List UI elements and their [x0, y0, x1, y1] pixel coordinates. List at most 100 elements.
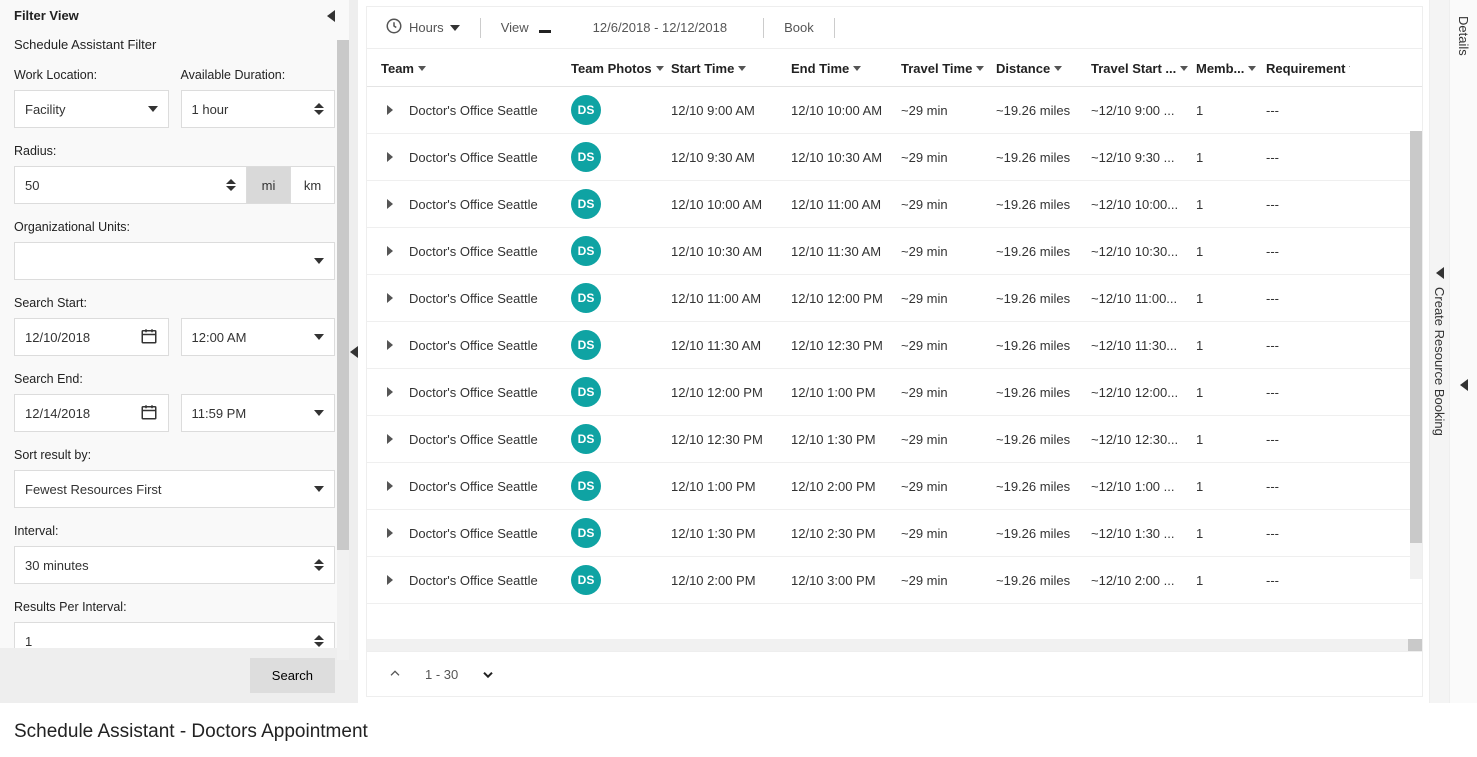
sort-by-select[interactable]: Fewest Resources First: [14, 470, 335, 508]
search-start-time-value: 12:00 AM: [192, 330, 247, 345]
schedule-assistant-filter-title: Schedule Assistant Filter: [0, 31, 349, 60]
clock-icon: [385, 17, 403, 38]
cell-travel: ~29 min: [895, 244, 990, 259]
table-row[interactable]: Doctor's Office SeattleDS12/10 1:30 PM12…: [367, 510, 1422, 557]
grid-header-row: Team Team Photos Start Time End Time Tra…: [367, 49, 1422, 87]
work-location-value: Facility: [25, 102, 65, 117]
toolbar-separator: [834, 18, 835, 38]
grid-vscroll-track: [1410, 131, 1422, 579]
column-header-start[interactable]: Start Time: [665, 61, 785, 76]
column-header-members[interactable]: Memb...: [1190, 61, 1260, 76]
cell-start: 12/10 12:00 PM: [665, 385, 785, 400]
expand-row-icon[interactable]: [387, 105, 393, 115]
expand-row-icon[interactable]: [387, 199, 393, 209]
table-row[interactable]: Doctor's Office SeattleDS12/10 1:00 PM12…: [367, 463, 1422, 510]
table-row[interactable]: Doctor's Office SeattleDS12/10 12:30 PM1…: [367, 416, 1422, 463]
hours-dropdown[interactable]: Hours: [379, 13, 466, 42]
available-duration-stepper[interactable]: 1 hour: [181, 90, 336, 128]
next-date-button[interactable]: [737, 24, 749, 32]
cell-distance: ~19.26 miles: [990, 385, 1085, 400]
gear-icon[interactable]: [1368, 24, 1380, 32]
org-units-select[interactable]: [14, 242, 335, 280]
cell-distance: ~19.26 miles: [990, 338, 1085, 353]
radius-unit-km-button[interactable]: km: [291, 166, 335, 204]
collapse-left-icon[interactable]: [327, 10, 335, 22]
interval-stepper[interactable]: 30 minutes: [14, 546, 335, 584]
expand-row-icon[interactable]: [387, 434, 393, 444]
cell-team: Doctor's Office Seattle: [409, 385, 538, 400]
calendar-icon: [140, 327, 158, 348]
cell-team: Doctor's Office Seattle: [409, 573, 538, 588]
expand-row-icon[interactable]: [387, 575, 393, 585]
results-per-interval-stepper[interactable]: 1: [14, 622, 335, 648]
work-location-select[interactable]: Facility: [14, 90, 169, 128]
prev-date-button[interactable]: [555, 24, 567, 32]
collapse-all-button[interactable]: [381, 662, 409, 686]
radius-input[interactable]: 50: [14, 166, 247, 204]
page-title: Schedule Assistant - Doctors Appointment: [0, 703, 1477, 757]
cell-requirement: ---: [1260, 244, 1350, 259]
search-button[interactable]: Search: [250, 658, 335, 693]
expand-row-icon[interactable]: [387, 246, 393, 256]
sort-by-value: Fewest Resources First: [25, 482, 162, 497]
chevron-left-icon: [1460, 379, 1468, 391]
table-row[interactable]: Doctor's Office SeattleDS12/10 10:30 AM1…: [367, 228, 1422, 275]
table-row[interactable]: Doctor's Office SeattleDS12/10 9:00 AM12…: [367, 87, 1422, 134]
cell-travel: ~29 min: [895, 526, 990, 541]
expand-row-icon[interactable]: [387, 152, 393, 162]
radius-unit-mi-button[interactable]: mi: [247, 166, 291, 204]
chevron-down-icon: [314, 258, 324, 264]
cell-travel-start: ~12/10 2:00 ...: [1085, 573, 1190, 588]
cell-travel-start: ~12/10 12:00...: [1085, 385, 1190, 400]
cell-travel-start: ~12/10 10:00...: [1085, 197, 1190, 212]
column-header-travel-start[interactable]: Travel Start ...: [1085, 61, 1190, 76]
details-rail[interactable]: Details: [1449, 0, 1477, 703]
chevron-down-icon: [314, 486, 324, 492]
table-row[interactable]: Doctor's Office SeattleDS12/10 9:30 AM12…: [367, 134, 1422, 181]
available-duration-label: Available Duration:: [181, 68, 336, 82]
interval-label: Interval:: [14, 524, 335, 538]
search-start-time-select[interactable]: 12:00 AM: [181, 318, 336, 356]
expand-all-button[interactable]: [474, 662, 502, 686]
chevron-down-icon: [314, 410, 324, 416]
cell-travel: ~29 min: [895, 197, 990, 212]
sort-caret-icon: [656, 66, 664, 71]
table-row[interactable]: Doctor's Office SeattleDS12/10 2:00 PM12…: [367, 557, 1422, 604]
search-end-time-select[interactable]: 11:59 PM: [181, 394, 336, 432]
column-header-requirement[interactable]: Requirement: [1260, 61, 1350, 76]
expand-row-icon[interactable]: [387, 340, 393, 350]
team-avatar: DS: [571, 330, 601, 360]
grid-vscroll-thumb[interactable]: [1410, 131, 1422, 543]
search-start-label: Search Start:: [14, 296, 335, 310]
column-header-end[interactable]: End Time: [785, 61, 895, 76]
table-row[interactable]: Doctor's Office SeattleDS12/10 10:00 AM1…: [367, 181, 1422, 228]
sort-caret-icon: [738, 66, 746, 71]
expand-row-icon[interactable]: [387, 481, 393, 491]
refresh-icon[interactable]: [1398, 24, 1410, 32]
table-row[interactable]: Doctor's Office SeattleDS12/10 11:00 AM1…: [367, 275, 1422, 322]
cell-requirement: ---: [1260, 432, 1350, 447]
expand-row-icon[interactable]: [387, 293, 393, 303]
column-header-team[interactable]: Team: [375, 61, 565, 76]
column-header-distance[interactable]: Distance: [990, 61, 1085, 76]
panel-splitter[interactable]: [350, 0, 358, 703]
book-button[interactable]: Book: [778, 16, 820, 39]
column-header-photos[interactable]: Team Photos: [565, 61, 665, 76]
eye-icon[interactable]: [1338, 24, 1350, 32]
cell-distance: ~19.26 miles: [990, 244, 1085, 259]
column-header-travel[interactable]: Travel Time: [895, 61, 990, 76]
table-row[interactable]: Doctor's Office SeattleDS12/10 12:00 PM1…: [367, 369, 1422, 416]
grid-view-button[interactable]: [539, 22, 551, 33]
search-start-date-input[interactable]: 12/10/2018: [14, 318, 169, 356]
cell-travel-start: ~12/10 9:30 ...: [1085, 150, 1190, 165]
date-picker-button[interactable]: [571, 24, 583, 32]
table-row[interactable]: Doctor's Office SeattleDS12/10 11:30 AM1…: [367, 322, 1422, 369]
cell-members: 1: [1190, 573, 1260, 588]
expand-row-icon[interactable]: [387, 387, 393, 397]
search-end-date-input[interactable]: 12/14/2018: [14, 394, 169, 432]
expand-row-icon[interactable]: [387, 528, 393, 538]
grid-hscroll-thumb[interactable]: [1408, 639, 1422, 651]
create-booking-rail[interactable]: Create Resource Booking: [1429, 0, 1449, 703]
sort-caret-icon: [976, 66, 984, 71]
cell-start: 12/10 2:00 PM: [665, 573, 785, 588]
